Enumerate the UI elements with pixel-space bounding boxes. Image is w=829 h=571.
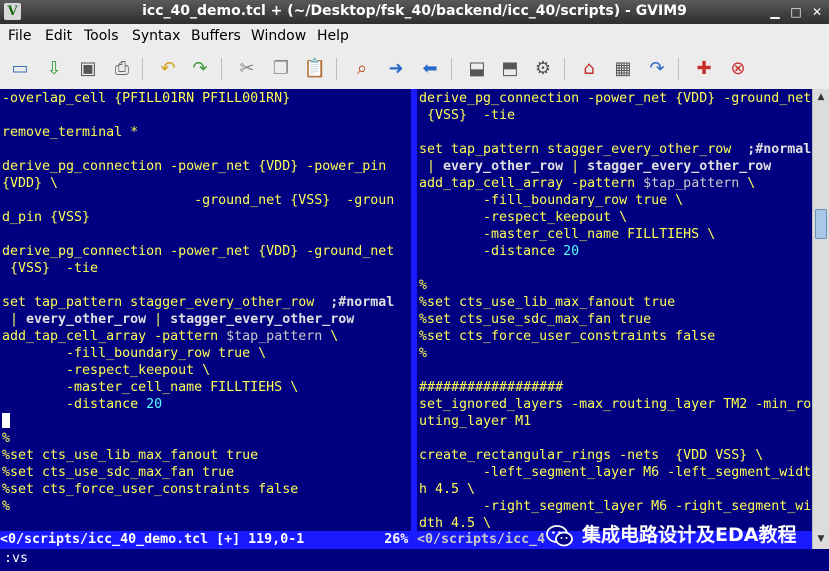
code-line[interactable]: % — [419, 277, 427, 294]
watermark: 集成电路设计及EDA教程 — [546, 518, 796, 552]
close-icon[interactable]: ✕ — [809, 4, 825, 20]
toolbar-separator — [142, 58, 143, 80]
save-as-icon[interactable]: ▣ — [76, 57, 100, 81]
load-session-icon[interactable]: ⬓ — [465, 57, 489, 81]
text-cursor — [2, 413, 10, 428]
code-line[interactable]: -ground_net {VSS} -groun — [2, 192, 394, 209]
menu-syntax[interactable]: Syntax — [132, 28, 180, 44]
save-session-icon[interactable]: ⬒ — [498, 57, 522, 81]
code-line[interactable] — [2, 413, 10, 430]
scrollbar-thumb[interactable] — [815, 209, 827, 239]
code-line[interactable]: set tap_pattern stagger_every_other_row … — [2, 294, 394, 311]
find-prev-icon[interactable]: ⬅ — [418, 57, 442, 81]
build-tags-icon[interactable]: ▦ — [611, 57, 635, 81]
toolbar-separator — [678, 58, 679, 80]
code-line[interactable]: {VSS} -tie — [2, 260, 98, 277]
code-line[interactable]: dth 4.5 \ — [419, 515, 491, 531]
code-line[interactable]: uting_layer M1 — [419, 413, 531, 430]
code-line[interactable]: | every_other_row | stagger_every_other_… — [2, 311, 354, 328]
menu-edit[interactable]: Edit — [45, 28, 72, 44]
menu-help[interactable]: Help — [317, 28, 349, 44]
code-line[interactable]: create_rectangular_rings -nets {VDD VSS}… — [419, 447, 763, 464]
code-line[interactable]: ################## — [419, 379, 563, 396]
command-line[interactable]: :vs — [0, 549, 829, 571]
code-line[interactable]: d_pin {VSS} — [2, 209, 90, 226]
find-next-icon[interactable]: ➜ — [384, 57, 408, 81]
toolbar-separator — [336, 58, 337, 80]
right-editor-pane[interactable]: derive_pg_connection -power_net {VDD} -g… — [417, 89, 812, 531]
maximize-icon[interactable]: □ — [788, 4, 804, 20]
window-title: icc_40_demo.tcl + (~/Desktop/fsk_40/back… — [142, 3, 687, 19]
wechat-logo-icon — [546, 524, 573, 546]
code-line[interactable]: % — [2, 430, 10, 447]
menu-bar: File Edit Tools Syntax Buffers Window He… — [0, 24, 829, 49]
scroll-up-icon[interactable]: ▲ — [815, 91, 827, 103]
left-status-line: <0/scripts/icc_40_demo.tcl [+] 119,0-1 2… — [0, 531, 411, 549]
code-line[interactable]: set tap_pattern stagger_every_other_row … — [419, 141, 811, 158]
menu-tools[interactable]: Tools — [84, 28, 119, 44]
left-editor-pane[interactable]: -overlap_cell {PFILL01RN PFILL001RN} remo… — [0, 89, 411, 531]
code-line[interactable]: h 4.5 \ — [419, 481, 475, 498]
open-icon[interactable]: ▭ — [8, 57, 32, 81]
find-replace-icon[interactable]: ⌕ — [350, 57, 374, 81]
jump-tag-icon[interactable]: ↷ — [645, 57, 669, 81]
code-line[interactable]: -fill_boundary_row true \ — [419, 192, 683, 209]
code-line[interactable]: -master_cell_name FILLTIEHS \ — [419, 226, 715, 243]
code-line[interactable]: derive_pg_connection -power_net {VDD} -g… — [419, 90, 811, 107]
code-line[interactable]: | every_other_row | stagger_every_other_… — [419, 158, 771, 175]
code-line[interactable]: %set cts_force_user_constraints false — [419, 328, 715, 345]
print-icon[interactable]: ⎙ — [110, 57, 134, 81]
code-line[interactable]: derive_pg_connection -power_net {VDD} -p… — [2, 158, 386, 175]
copy-icon[interactable]: ❐ — [269, 57, 293, 81]
code-line[interactable]: -respect_keepout \ — [419, 209, 627, 226]
code-line[interactable]: %set cts_use_lib_max_fanout true — [419, 294, 675, 311]
code-line[interactable]: -distance 20 — [419, 243, 579, 260]
code-line[interactable]: set_ignored_layers -max_routing_layer TM… — [419, 396, 811, 413]
toolbar: ▭ ⇩ ▣ ⎙ ↶ ↷ ✂ ❐ 📋 ⌕ ➜ ⬅ ⬓ ⬒ ⚙ ⌂ ▦ ↷ ✚ ⊗ — [0, 49, 829, 90]
code-line[interactable]: {VSS} -tie — [419, 107, 515, 124]
code-line[interactable]: -overlap_cell {PFILL01RN PFILL001RN} — [2, 90, 290, 107]
code-line[interactable]: add_tap_cell_array -pattern $tap_pattern… — [2, 328, 338, 345]
code-line[interactable]: %set cts_force_user_constraints false — [2, 481, 298, 498]
toolbar-separator — [451, 58, 452, 80]
code-line[interactable]: % — [2, 498, 10, 515]
minimize-icon[interactable]: ▁ — [767, 4, 783, 20]
code-line[interactable]: % — [419, 345, 427, 362]
title-bar: V icc_40_demo.tcl + (~/Desktop/fsk_40/ba… — [0, 0, 829, 24]
save-icon[interactable]: ⇩ — [42, 57, 66, 81]
code-line[interactable]: remove_terminal * — [2, 124, 138, 141]
code-line[interactable]: %set cts_use_lib_max_fanout true — [2, 447, 258, 464]
menu-window[interactable]: Window — [251, 28, 306, 44]
code-line[interactable]: -distance 20 — [2, 396, 162, 413]
menu-buffers[interactable]: Buffers — [191, 28, 241, 44]
code-line[interactable]: -master_cell_name FILLTIEHS \ — [2, 379, 298, 396]
run-script-icon[interactable]: ⚙ — [531, 57, 555, 81]
undo-icon[interactable]: ↶ — [156, 57, 180, 81]
code-line[interactable]: derive_pg_connection -power_net {VDD} -g… — [2, 243, 394, 260]
code-line[interactable]: -right_segment_layer M6 -right_segment_w… — [419, 498, 811, 515]
code-line[interactable]: -left_segment_layer M6 -left_segment_wid… — [419, 464, 811, 481]
code-line[interactable]: %set cts_use_sdc_max_fan true — [2, 464, 234, 481]
scroll-down-icon[interactable]: ▼ — [815, 533, 827, 545]
code-line[interactable]: -respect_keepout \ — [2, 362, 210, 379]
toolbar-separator — [221, 58, 222, 80]
watermark-text: 集成电路设计及EDA教程 — [582, 524, 797, 546]
vertical-scrollbar[interactable]: ▲ ▼ — [812, 89, 829, 549]
code-line[interactable]: -fill_boundary_row true \ — [2, 345, 266, 362]
make-icon[interactable]: ⌂ — [577, 57, 601, 81]
code-line[interactable]: {VDD} \ — [2, 175, 58, 192]
paste-icon[interactable]: 📋 — [303, 57, 327, 81]
code-line[interactable]: add_tap_cell_array -pattern $tap_pattern… — [419, 175, 755, 192]
help-icon[interactable]: ✚ — [692, 57, 716, 81]
code-line[interactable]: %set cts_use_sdc_max_fan true — [419, 311, 651, 328]
find-help-icon[interactable]: ⊗ — [726, 57, 750, 81]
redo-icon[interactable]: ↷ — [188, 57, 212, 81]
cut-icon[interactable]: ✂ — [235, 57, 259, 81]
toolbar-separator — [564, 58, 565, 80]
editor-area[interactable]: -overlap_cell {PFILL01RN PFILL001RN} remo… — [0, 89, 829, 549]
menu-file[interactable]: File — [8, 28, 31, 44]
